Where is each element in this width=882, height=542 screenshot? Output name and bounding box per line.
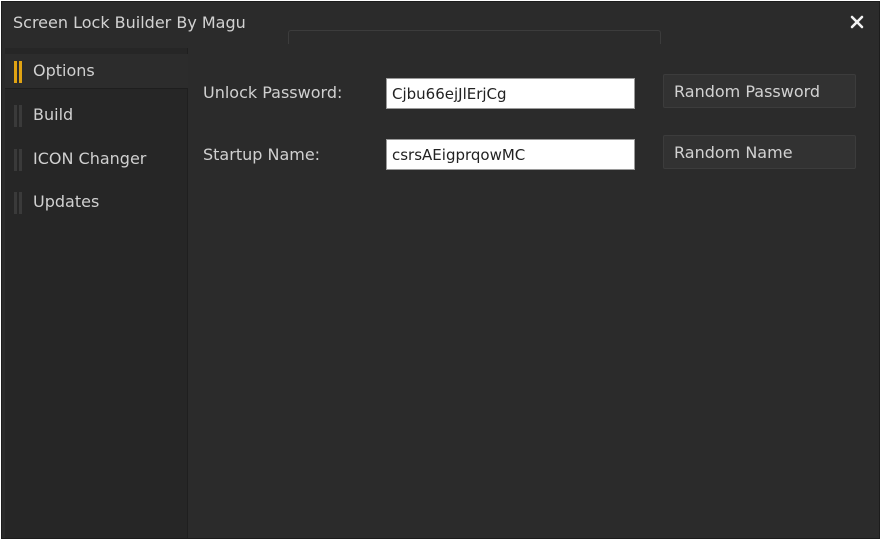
inactive-marker-icon: [14, 192, 23, 214]
unlock-password-input[interactable]: [386, 78, 635, 109]
title-bar[interactable]: Screen Lock Builder By Magu: [2, 2, 879, 44]
sidebar-item-label: Build: [33, 105, 74, 124]
sidebar-nav: Options Build ICON Changer Updates: [5, 48, 188, 538]
random-name-button[interactable]: Random Name: [663, 135, 856, 169]
sidebar-item-build[interactable]: Build: [5, 98, 188, 132]
close-button[interactable]: [844, 9, 870, 35]
startup-name-label: Startup Name:: [203, 145, 321, 164]
sidebar-item-options[interactable]: Options: [5, 54, 188, 89]
inactive-marker-icon: [14, 149, 23, 171]
close-icon: [850, 15, 864, 29]
startup-name-input[interactable]: [386, 139, 635, 170]
sidebar-item-icon-changer[interactable]: ICON Changer: [5, 142, 188, 176]
sidebar-item-label: Updates: [33, 192, 100, 211]
window-title: Screen Lock Builder By Magu: [13, 13, 246, 32]
unlock-password-label: Unlock Password:: [203, 83, 343, 102]
app-window: Screen Lock Builder By Magu Options Buil…: [1, 1, 880, 539]
title-tab-outline: [288, 30, 661, 44]
sidebar-item-label: Options: [33, 61, 95, 80]
sidebar-item-updates[interactable]: Updates: [5, 185, 188, 219]
sidebar-item-label: ICON Changer: [33, 149, 147, 168]
active-marker-icon: [14, 61, 23, 83]
random-password-button[interactable]: Random Password: [663, 74, 856, 108]
inactive-marker-icon: [14, 105, 23, 127]
